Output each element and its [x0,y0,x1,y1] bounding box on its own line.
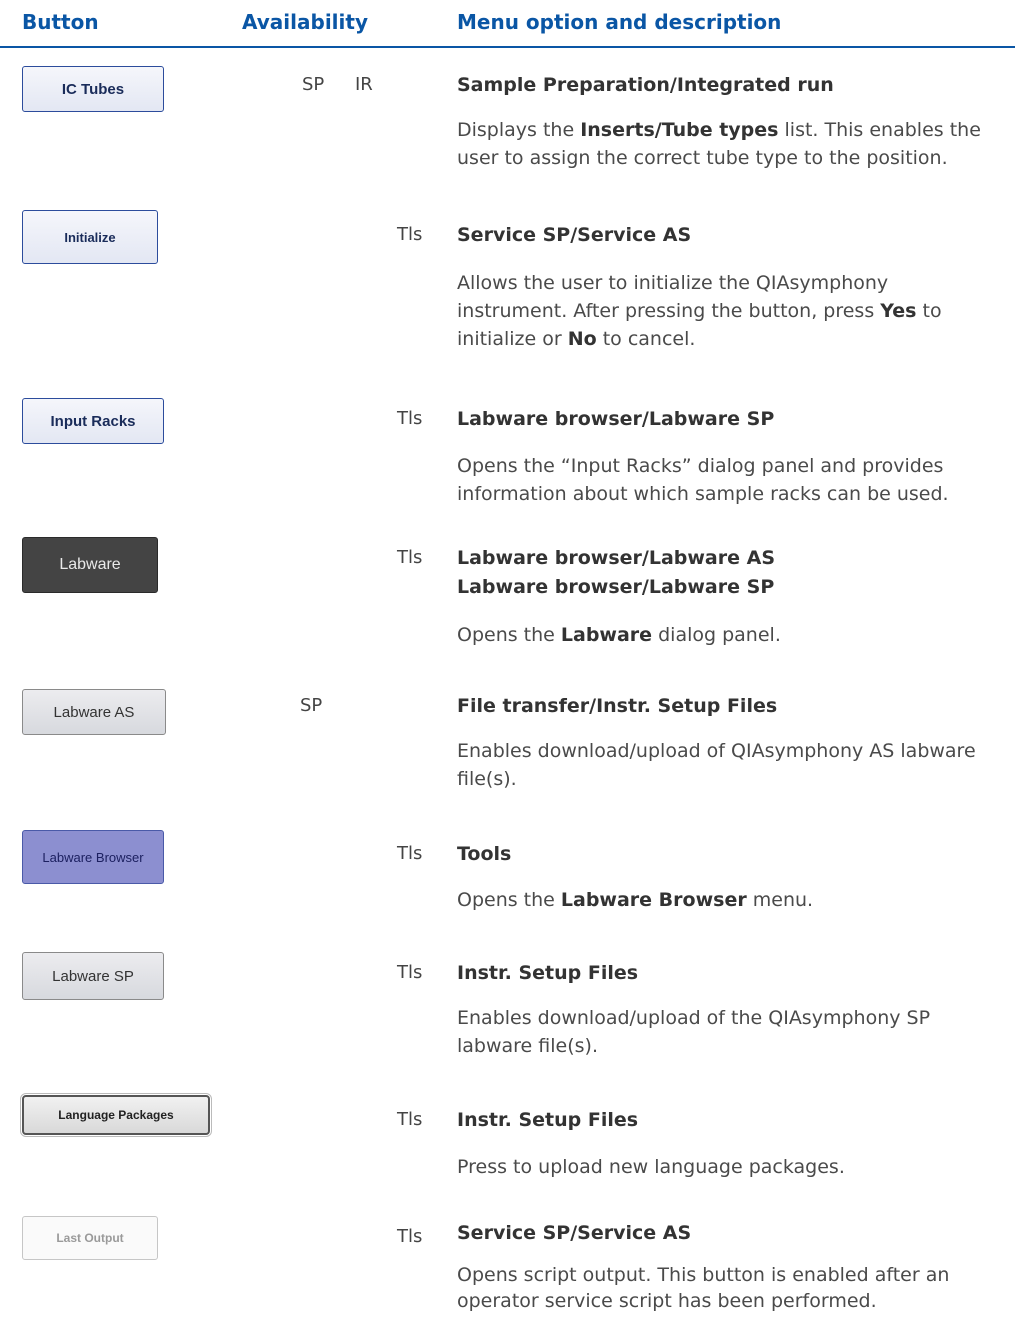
availability-tls: Tls [397,962,423,983]
description: Press to upload new language packages. [457,1156,845,1178]
description: Enables download/upload of the QIAsympho… [457,1007,931,1057]
menu-option: Labware browser/Labware SP [457,408,775,430]
availability-tls: Tls [397,408,423,429]
menu-option: Instr. Setup Files [457,962,639,984]
header-rule [0,46,1015,48]
menu-option: Labware browser/Labware AS [457,547,776,569]
description: Allows the user to initialize the QIAsym… [457,272,942,350]
availability-tls: Tls [397,1109,423,1130]
availability-tls: Tls [397,224,423,245]
column-header-menu-option: Menu option and description [457,10,782,34]
description: Opens the Labware dialog panel. [457,624,781,646]
description: Opens script output. This button is enab… [457,1264,950,1312]
description: Opens the Labware Browser menu. [457,889,814,911]
language-packages-button[interactable]: Language Packages [20,1093,212,1137]
description: Displays the Inserts/Tube types list. Th… [457,119,981,169]
menu-option: Instr. Setup Files [457,1109,639,1131]
description: Opens the “Input Racks” dialog panel and… [457,455,949,505]
availability-tls: Tls [397,547,423,568]
menu-option: Service SP/Service AS [457,1222,692,1244]
input-racks-button[interactable]: Input Racks [22,398,164,444]
initialize-button[interactable]: Initialize [22,210,158,264]
availability-tls: Tls [397,843,423,864]
availability-ir: IR [355,74,373,95]
menu-option: Service SP/Service AS [457,224,692,246]
labware-button[interactable]: Labware [22,537,158,593]
availability-sp: SP [302,74,325,95]
column-header-button: Button [22,10,99,34]
labware-as-button[interactable]: Labware AS [22,689,166,735]
column-header-availability: Availability [242,10,368,34]
menu-option-secondary: Labware browser/Labware SP [457,576,775,598]
menu-option: Sample Preparation/Integrated run [457,74,834,96]
availability-sp: SP [300,695,323,716]
last-output-button[interactable]: Last Output [22,1216,158,1260]
labware-sp-button[interactable]: Labware SP [22,952,164,1000]
menu-option: File transfer/Instr. Setup Files [457,695,778,717]
table-header: Button Availability Menu option and desc… [0,0,1015,48]
availability-tls: Tls [397,1226,423,1247]
description: Enables download/upload of QIAsymphony A… [457,740,976,790]
ic-tubes-button[interactable]: IC Tubes [22,66,164,112]
labware-browser-button[interactable]: Labware Browser [22,830,164,884]
menu-option: Tools [457,843,512,865]
